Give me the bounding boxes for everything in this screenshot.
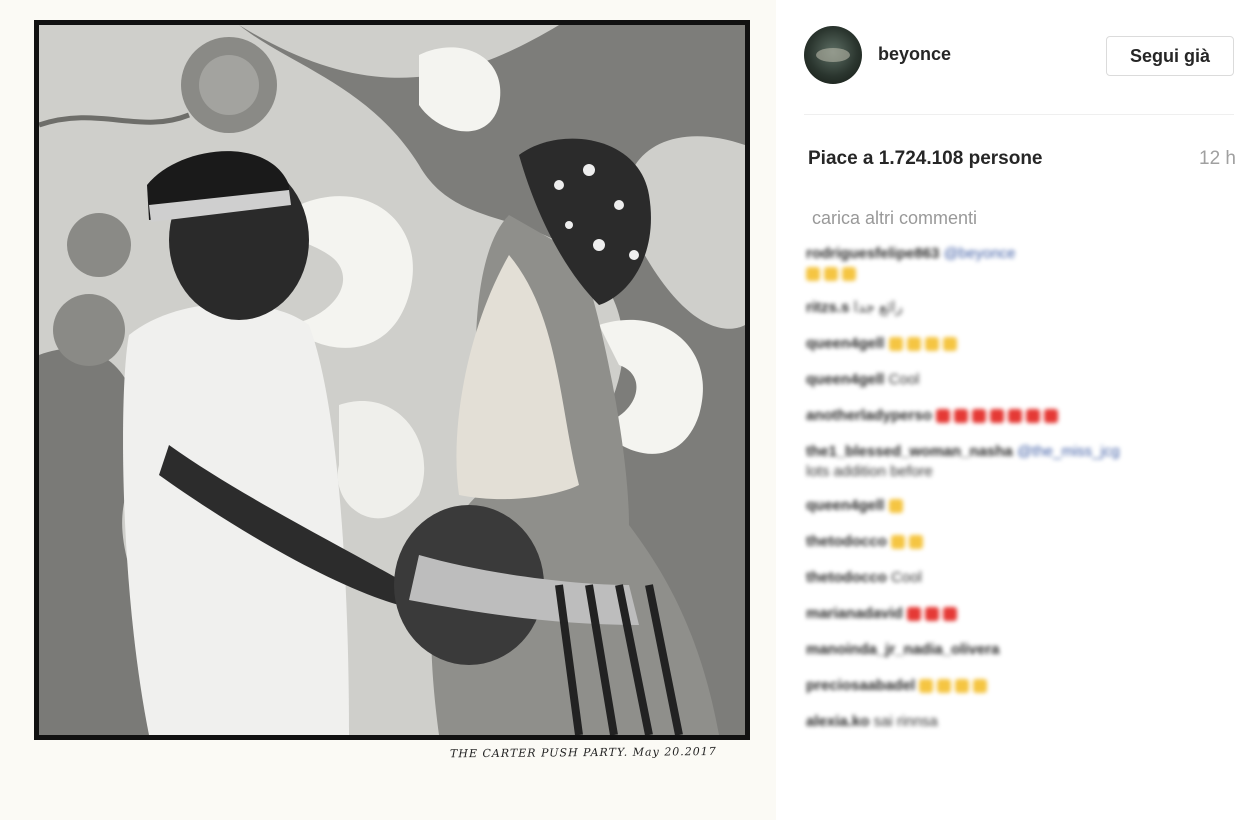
comment-row: queen4gell Cool	[806, 370, 1236, 406]
comment-username[interactable]: queen4gell	[806, 497, 884, 514]
comment-row: anotherladyperso	[806, 406, 1236, 442]
emoji-icon	[842, 267, 856, 282]
post-photo[interactable]	[34, 20, 750, 740]
comment-mention[interactable]: @the_miss_jcg	[1017, 443, 1120, 460]
emoji-icon	[937, 679, 952, 694]
emoji-icon	[888, 499, 903, 514]
follow-button[interactable]: Segui già	[1106, 36, 1234, 76]
emoji-icon	[973, 679, 988, 694]
likes-count[interactable]: Piace a 1.724.108 persone	[808, 148, 1043, 170]
comment-username[interactable]: marianadavid	[806, 605, 903, 622]
comment-mention[interactable]: @beyonce	[944, 245, 1016, 262]
comment-text: Cool	[888, 371, 920, 388]
comment-text: Cool	[891, 569, 922, 586]
post-side-panel: beyonce Segui già Piace a 1.724.108 pers…	[790, 0, 1252, 820]
photo-illustration	[39, 25, 745, 735]
header-divider	[804, 114, 1234, 115]
comment-username[interactable]: queen4gell	[806, 335, 884, 352]
emoji-icon	[972, 409, 987, 424]
post-timestamp[interactable]: 12 h	[1199, 148, 1236, 170]
emoji-icon	[906, 337, 921, 352]
comment-username[interactable]: rodriguesfelipe863	[806, 245, 939, 262]
comment-row: queen4gell	[806, 334, 1236, 370]
comment-row: ritzs.s رائع جدا	[806, 298, 1236, 334]
comment-username[interactable]: manoinda_jr_nadia_olivera	[806, 641, 999, 658]
post-header: beyonce Segui già	[804, 26, 1234, 86]
emoji-icon	[942, 337, 957, 352]
comment-text: sai rinnsa	[873, 713, 938, 730]
emoji-icon	[906, 607, 921, 622]
comment-username[interactable]: the1_blessed_woman_nasha	[806, 443, 1013, 460]
emoji-icon	[954, 409, 969, 424]
comment-row: alexia.ko sai rinnsa	[806, 712, 1236, 748]
emoji-icon	[990, 409, 1005, 424]
comments-list: rodriguesfelipe863 @beyonce ritzs.s رائع…	[806, 244, 1236, 748]
comment-username[interactable]: anotherladyperso	[806, 407, 932, 424]
comment-username[interactable]: queen4gell	[806, 371, 884, 388]
comment-row: marianadavid	[806, 604, 1236, 640]
emoji-icon	[942, 607, 957, 622]
emoji-icon	[919, 679, 934, 694]
emoji-icon	[936, 409, 951, 424]
comment-row: thetodocco	[806, 532, 1236, 568]
comment-row: queen4gell	[806, 496, 1236, 532]
comment-username[interactable]: ritzs.s	[806, 299, 849, 316]
comment-username[interactable]: thetodocco	[806, 569, 887, 586]
emoji-icon	[888, 337, 903, 352]
comment-row: the1_blessed_woman_nasha @the_miss_jcg l…	[806, 442, 1236, 496]
photo-caption: THE CARTER PUSH PARTY. May 20.2017	[449, 744, 717, 761]
comment-row: rodriguesfelipe863 @beyonce	[806, 244, 1236, 298]
comment-row: manoinda_jr_nadia_olivera	[806, 640, 1236, 676]
emoji-icon	[955, 679, 970, 694]
emoji-icon	[909, 535, 924, 550]
comment-username[interactable]: preciosaabadel	[806, 677, 915, 694]
emoji-icon	[924, 337, 939, 352]
load-more-comments-link[interactable]: carica altri commenti	[812, 208, 977, 229]
emoji-icon	[1044, 409, 1059, 424]
emoji-icon	[891, 535, 906, 550]
emoji-icon	[806, 267, 820, 282]
avatar[interactable]	[804, 26, 862, 84]
comment-text: lots addition before	[806, 463, 933, 480]
emoji-icon	[924, 607, 939, 622]
username-link[interactable]: beyonce	[878, 44, 951, 65]
comment-row: preciosaabadel	[806, 676, 1236, 712]
emoji-icon	[824, 267, 838, 282]
comment-username[interactable]: thetodocco	[806, 533, 887, 550]
emoji-icon	[1026, 409, 1041, 424]
emoji-icon	[1008, 409, 1023, 424]
comment-text: رائع جدا	[853, 299, 903, 316]
comment-username[interactable]: alexia.ko	[806, 713, 869, 730]
comment-row: thetodocco Cool	[806, 568, 1236, 604]
post-photo-panel: THE CARTER PUSH PARTY. May 20.2017	[0, 0, 776, 820]
